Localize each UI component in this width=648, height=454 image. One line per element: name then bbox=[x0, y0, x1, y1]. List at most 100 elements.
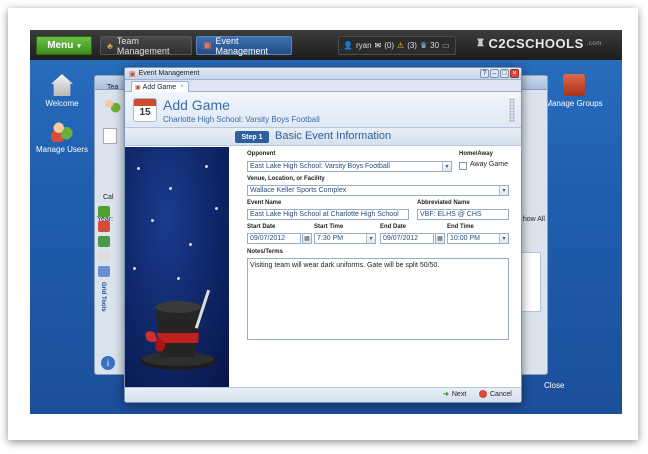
chevron-down-icon[interactable]: ▾ bbox=[442, 162, 451, 171]
tab-event-management[interactable]: ▣ Event Management bbox=[196, 35, 292, 56]
cancel-label: Cancel bbox=[490, 390, 512, 398]
house-icon bbox=[51, 74, 73, 96]
sidebar-tool-pdf[interactable] bbox=[98, 221, 110, 232]
venue-label: Venue, Location, or Facility bbox=[247, 176, 325, 182]
menu-button[interactable]: Menu ▾ bbox=[36, 36, 92, 55]
next-button[interactable]: ➜ Next bbox=[443, 390, 466, 399]
start-date-label: Start Date bbox=[247, 224, 276, 230]
away-game-checkbox[interactable] bbox=[459, 162, 467, 170]
event-name-input[interactable]: East Lake High School at Charlotte High … bbox=[247, 209, 409, 220]
window-footer: ➜ Next Cancel bbox=[125, 387, 521, 402]
groups-icon bbox=[563, 74, 585, 96]
grid-tools-label: Grid Tools bbox=[100, 282, 106, 312]
notes-textarea[interactable]: Visiting team will wear dark uniforms. G… bbox=[247, 258, 509, 340]
tab-label: Team Management bbox=[116, 35, 170, 56]
opponent-select[interactable]: East Lake High School: Varsity Boys Foot… bbox=[247, 161, 452, 172]
cancel-button[interactable]: Cancel bbox=[479, 390, 512, 398]
opponent-value: East Lake High School: Varsity Boys Foot… bbox=[250, 163, 390, 170]
event-name-value: East Lake High School at Charlotte High … bbox=[250, 211, 399, 218]
chevron-down-icon[interactable]: ▾ bbox=[499, 186, 508, 195]
sidebar-tool-doc[interactable] bbox=[98, 251, 110, 262]
trophy-icon[interactable]: ♛ bbox=[420, 41, 427, 50]
venue-select[interactable]: Wallace Keller Sports Complex ▾ bbox=[247, 185, 509, 196]
logo: ♜ C2CSCHOOLS .com bbox=[476, 36, 602, 51]
chevron-down-icon: ▾ bbox=[77, 42, 81, 50]
start-date-value: 09/07/2012 bbox=[250, 235, 286, 242]
desktop: Menu ▾ ♣ Team Management ▣ Event Managem… bbox=[30, 30, 622, 414]
desktop-icon-welcome[interactable]: Welcome bbox=[32, 74, 92, 108]
calendar-picker-icon[interactable]: ▦ bbox=[435, 233, 445, 244]
window-title: Event Management bbox=[138, 70, 200, 77]
end-time-value: 10:00 PM bbox=[450, 235, 480, 242]
page-subtitle: Charlotte High School: Varsity Boys Foot… bbox=[163, 115, 320, 124]
chevron-down-icon[interactable]: ▾ bbox=[499, 234, 508, 243]
window-titlebar[interactable]: ▣ Event Management ? – □ × bbox=[125, 68, 521, 80]
chevron-down-icon[interactable]: ▾ bbox=[366, 234, 375, 243]
sidebar-tool-refresh[interactable] bbox=[98, 206, 110, 217]
away-game-label: Away Game bbox=[470, 161, 508, 168]
sidebar-tool-excel[interactable] bbox=[98, 236, 110, 247]
desktop-icon-manage-groups[interactable]: Manage Groups bbox=[538, 74, 610, 108]
start-time-label: Start Time bbox=[314, 224, 344, 230]
alert-icon[interactable]: ⚠ bbox=[397, 41, 404, 50]
window-controls: ? – □ × bbox=[480, 69, 519, 78]
mail-count: (0) bbox=[384, 41, 395, 50]
trophy-logo-icon: ♜ bbox=[476, 38, 486, 49]
step-title: Basic Event Information bbox=[275, 130, 392, 142]
start-time-value: 7:30 PM bbox=[317, 235, 344, 242]
close-button[interactable]: Close bbox=[544, 381, 564, 390]
help-icon[interactable]: ? bbox=[480, 69, 489, 78]
alert-count: (3) bbox=[407, 41, 417, 50]
start-date-input[interactable]: 09/07/2012 bbox=[247, 233, 301, 244]
points-count: 30 bbox=[430, 41, 440, 50]
magic-hat-icon bbox=[140, 289, 216, 370]
grip-icon bbox=[509, 98, 515, 122]
calendar-icon bbox=[103, 128, 117, 144]
user-icon[interactable]: 👤 bbox=[343, 41, 353, 50]
logo-suffix: .com bbox=[586, 40, 602, 47]
notes-label: Notes/Terms bbox=[247, 249, 283, 255]
calendar-icon: ▣ bbox=[129, 70, 136, 78]
notes-value: Visiting team will wear dark uniforms. G… bbox=[250, 262, 440, 269]
background-tab-stub: Tea bbox=[107, 84, 119, 91]
wizard-illustration bbox=[125, 147, 229, 387]
team-icon: ♣ bbox=[107, 40, 113, 51]
end-time-select[interactable]: 10:00 PM ▾ bbox=[447, 233, 509, 244]
background-cal-stub: Cal bbox=[103, 194, 114, 201]
monitor-icon[interactable]: ▭ bbox=[442, 41, 450, 50]
start-time-select[interactable]: 7:30 PM ▾ bbox=[314, 233, 376, 244]
mail-icon[interactable]: ✉ bbox=[375, 41, 382, 50]
window-header: 15 Add Game Charlotte High School: Varsi… bbox=[125, 92, 521, 128]
sidebar-tool-code[interactable] bbox=[98, 266, 110, 277]
desktop-icon-label: Welcome bbox=[45, 99, 79, 108]
top-bar: Menu ▾ ♣ Team Management ▣ Event Managem… bbox=[30, 30, 622, 60]
tab-label: Event Management bbox=[215, 35, 269, 56]
tab-add-game[interactable]: ▣ Add Game × bbox=[131, 81, 189, 92]
show-all-label[interactable]: how All bbox=[523, 216, 545, 223]
end-date-value: 09/07/2012 bbox=[383, 235, 419, 242]
calendar-icon: ▣ bbox=[135, 84, 141, 91]
info-icon[interactable]: i bbox=[101, 356, 115, 370]
users-icon bbox=[103, 98, 121, 114]
tab-label: Add Game bbox=[142, 83, 177, 91]
end-date-input[interactable]: 09/07/2012 bbox=[380, 233, 434, 244]
calendar-icon: ▣ bbox=[203, 40, 212, 50]
home-away-label: Home/Away bbox=[459, 151, 493, 157]
abbreviated-name-input[interactable]: VBF: ELHS @ CHS bbox=[417, 209, 509, 220]
calendar-picker-icon[interactable]: ▦ bbox=[302, 233, 312, 244]
step-header: Step 1 Basic Event Information bbox=[125, 128, 521, 146]
close-icon[interactable]: × bbox=[510, 69, 519, 78]
minimize-icon[interactable]: – bbox=[490, 69, 499, 78]
desktop-icon-label: Manage Users bbox=[35, 145, 89, 154]
end-time-label: End Time bbox=[447, 224, 474, 230]
tab-close-icon[interactable]: × bbox=[180, 84, 184, 90]
tab-team-management[interactable]: ♣ Team Management bbox=[100, 35, 192, 56]
event-name-label: Event Name bbox=[247, 200, 282, 206]
calendar-number: 15 bbox=[139, 107, 151, 118]
screenshot-frame: Menu ▾ ♣ Team Management ▣ Event Managem… bbox=[8, 8, 638, 440]
page-title: Add Game bbox=[163, 97, 230, 113]
desktop-icon-manage-users[interactable]: Manage Users bbox=[32, 120, 92, 154]
username[interactable]: ryan bbox=[356, 41, 372, 50]
maximize-icon[interactable]: □ bbox=[500, 69, 509, 78]
event-management-window: ▣ Event Management ? – □ × ▣ Add Game × … bbox=[124, 67, 522, 403]
